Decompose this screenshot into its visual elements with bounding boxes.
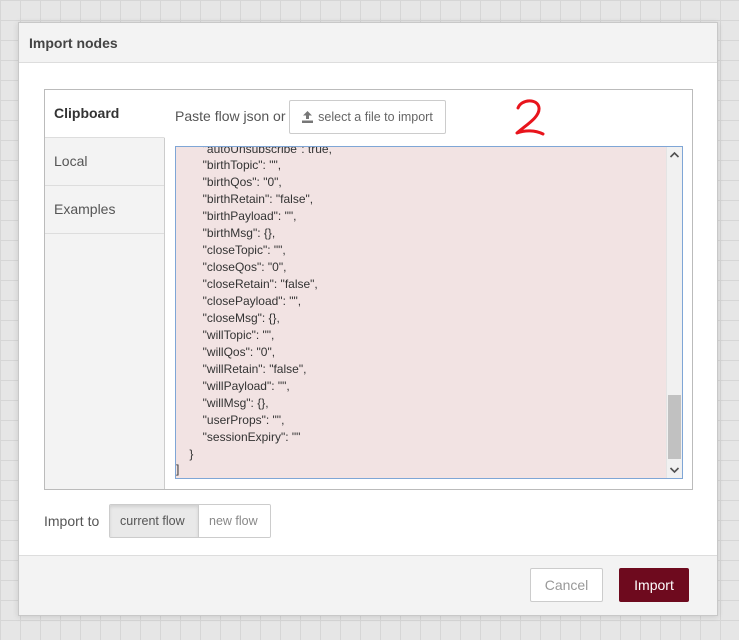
code-line: "closeRetain": "false", [176,277,318,291]
code-line: "willPayload": "", [176,379,290,393]
code-line: "closeTopic": "", [176,243,286,257]
chevron-up-icon[interactable] [669,149,680,161]
editor-scrollbar[interactable] [666,147,682,478]
code-line: "willQos": "0", [176,345,276,359]
import-target-toggle: current flow new flow [109,504,271,538]
code-line: "birthTopic": "", [176,158,282,172]
select-file-label: select a file to import [318,110,433,124]
new-flow-option[interactable]: new flow [199,505,270,537]
flow-json-editor[interactable]: "autoUnsubscribe": true, "birthTopic": "… [175,146,683,479]
paste-flow-label: Paste flow json or [175,108,286,124]
code-line: "closeQos": "0", [176,260,287,274]
upload-icon [302,111,314,123]
dialog-footer: Cancel Import [19,555,717,615]
code-line: "willRetain": "false", [176,362,307,376]
chevron-down-icon[interactable] [669,464,680,476]
import-nodes-dialog: Import nodes Clipboard Local Examples Pa… [18,22,718,616]
import-source-tabs: Clipboard Local Examples [45,90,165,489]
import-to-label: Import to [44,513,100,529]
scrollbar-thumb[interactable] [668,395,681,459]
current-flow-option[interactable]: current flow [110,505,199,537]
code-line: "sessionExpiry": "" [176,430,301,444]
select-file-button[interactable]: select a file to import [289,100,446,134]
code-line: "willMsg": {}, [176,396,269,410]
code-line: "birthRetain": "false", [176,192,314,206]
cancel-button[interactable]: Cancel [530,568,603,602]
handwritten-annotation-2 [515,99,545,136]
tab-local[interactable]: Local [45,138,164,186]
tab-examples[interactable]: Examples [45,186,164,234]
code-line: "birthQos": "0", [176,175,282,189]
import-panel: Clipboard Local Examples Paste flow json… [44,89,693,490]
code-line: ] [176,462,180,476]
tab-clipboard[interactable]: Clipboard [45,90,165,138]
dialog-title: Import nodes [19,23,717,63]
code-line: "birthPayload": "", [176,209,297,223]
code-line: "closeMsg": {}, [176,311,280,325]
code-line: "userProps": "", [176,413,285,427]
code-line: "birthMsg": {}, [176,226,276,240]
import-button[interactable]: Import [619,568,689,602]
code-line: "closePayload": "", [176,294,302,308]
code-line: "willTopic": "", [176,328,275,342]
